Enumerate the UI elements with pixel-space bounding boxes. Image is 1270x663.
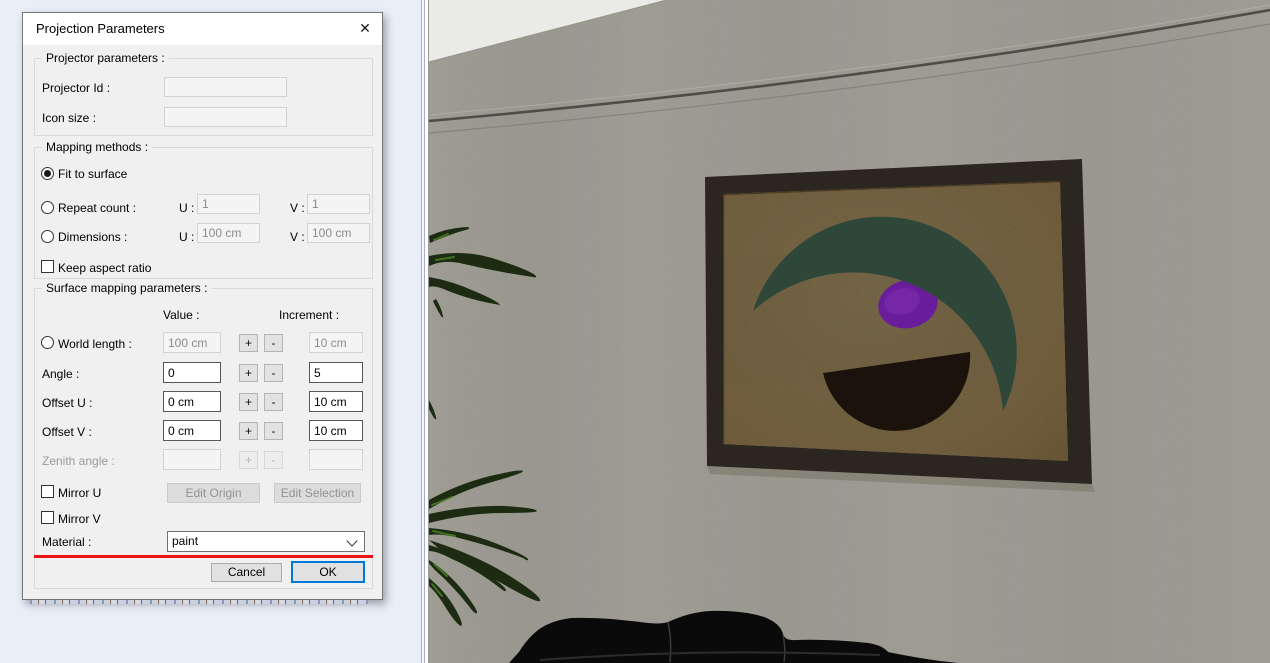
- angle-label: Angle :: [42, 367, 80, 381]
- offset-v-minus-button[interactable]: -: [264, 422, 283, 440]
- dimensions-u-field[interactable]: [197, 223, 260, 243]
- dimensions-v-field[interactable]: [307, 223, 370, 243]
- offset-u-value-field[interactable]: [163, 391, 221, 412]
- offset-u-plus-button[interactable]: +: [239, 393, 258, 411]
- offset-v-plus-button[interactable]: +: [239, 422, 258, 440]
- edit-origin-button[interactable]: Edit Origin: [167, 483, 260, 503]
- material-dropdown[interactable]: paint: [167, 531, 365, 552]
- offset-u-increment-field[interactable]: [309, 391, 363, 412]
- repeat-v-field[interactable]: [307, 194, 370, 214]
- world-length-minus-button[interactable]: -: [264, 334, 283, 352]
- mapping-methods-group: Mapping methods : Fit to surface Repeat …: [34, 140, 373, 279]
- increment-header: Increment :: [279, 308, 340, 322]
- material-label: Material :: [42, 535, 92, 549]
- angle-plus-button[interactable]: +: [239, 364, 258, 382]
- dimensions-u-label: U :: [179, 230, 195, 244]
- fit-to-surface-label: Fit to surface: [58, 167, 128, 181]
- dialog-title: Projection Parameters: [36, 21, 165, 36]
- radio-repeat-count[interactable]: [41, 201, 54, 214]
- projector-parameters-group: Projector parameters : Projector Id : Ic…: [34, 51, 373, 136]
- highlight-underline: [34, 555, 373, 558]
- projector-id-field[interactable]: [164, 77, 287, 97]
- offset-v-increment-field[interactable]: [309, 420, 363, 441]
- radio-world-length[interactable]: [41, 336, 54, 349]
- repeat-u-field[interactable]: [197, 194, 260, 214]
- zenith-value-field[interactable]: [163, 449, 221, 470]
- icon-size-label: Icon size :: [42, 111, 97, 125]
- world-length-plus-button[interactable]: +: [239, 334, 258, 352]
- angle-value-field[interactable]: [163, 362, 221, 383]
- projector-parameters-group-label: Projector parameters :: [42, 51, 169, 65]
- offset-v-value-field[interactable]: [163, 420, 221, 441]
- dimensions-label: Dimensions :: [58, 230, 128, 244]
- dimensions-v-label: V :: [290, 230, 305, 244]
- value-header: Value :: [163, 308, 200, 322]
- projection-parameters-dialog: Projection Parameters ✕ Projector parame…: [22, 12, 383, 600]
- material-dropdown-value: paint: [172, 534, 199, 548]
- radio-dimensions[interactable]: [41, 230, 54, 243]
- zenith-angle-label: Zenith angle :: [42, 454, 115, 468]
- keep-aspect-ratio-checkbox[interactable]: [41, 260, 54, 273]
- mirror-v-label: Mirror V: [58, 512, 101, 526]
- chevron-down-icon: [346, 535, 358, 547]
- mirror-u-checkbox[interactable]: [41, 485, 54, 498]
- icon-size-field[interactable]: [164, 107, 287, 127]
- repeat-count-label: Repeat count :: [58, 201, 137, 215]
- dialog-titlebar: Projection Parameters ✕: [23, 13, 382, 45]
- zenith-plus-button[interactable]: +: [239, 451, 258, 469]
- viewport-divider: [420, 0, 429, 663]
- angle-increment-field[interactable]: [309, 362, 363, 383]
- projector-id-label: Projector Id :: [42, 81, 111, 95]
- surface-mapping-group-label: Surface mapping parameters :: [42, 281, 212, 295]
- offset-u-minus-button[interactable]: -: [264, 393, 283, 411]
- offset-u-label: Offset U :: [42, 396, 93, 410]
- cancel-button[interactable]: Cancel: [211, 563, 282, 582]
- world-length-increment-field[interactable]: [309, 332, 363, 353]
- mirror-u-label: Mirror U: [58, 486, 102, 500]
- world-length-label: World length :: [58, 337, 132, 351]
- offset-v-label: Offset V :: [42, 425, 92, 439]
- repeat-u-label: U :: [179, 201, 195, 215]
- mapping-methods-group-label: Mapping methods :: [42, 140, 153, 154]
- world-length-value-field[interactable]: [163, 332, 221, 353]
- angle-minus-button[interactable]: -: [264, 364, 283, 382]
- under-dialog-sliver: [30, 600, 368, 604]
- ok-button[interactable]: OK: [291, 561, 365, 583]
- surface-mapping-group: Surface mapping parameters : Value : Inc…: [34, 281, 373, 589]
- zenith-minus-button[interactable]: -: [264, 451, 283, 469]
- repeat-v-label: V :: [290, 201, 305, 215]
- radio-fit-to-surface[interactable]: [41, 167, 54, 180]
- keep-aspect-ratio-label: Keep aspect ratio: [58, 261, 152, 275]
- viewport-3d[interactable]: [429, 0, 1270, 663]
- mirror-v-checkbox[interactable]: [41, 511, 54, 524]
- close-icon[interactable]: ✕: [350, 14, 380, 43]
- edit-selection-button[interactable]: Edit Selection: [274, 483, 361, 503]
- framed-painting: [705, 159, 1095, 492]
- zenith-increment-field[interactable]: [309, 449, 363, 470]
